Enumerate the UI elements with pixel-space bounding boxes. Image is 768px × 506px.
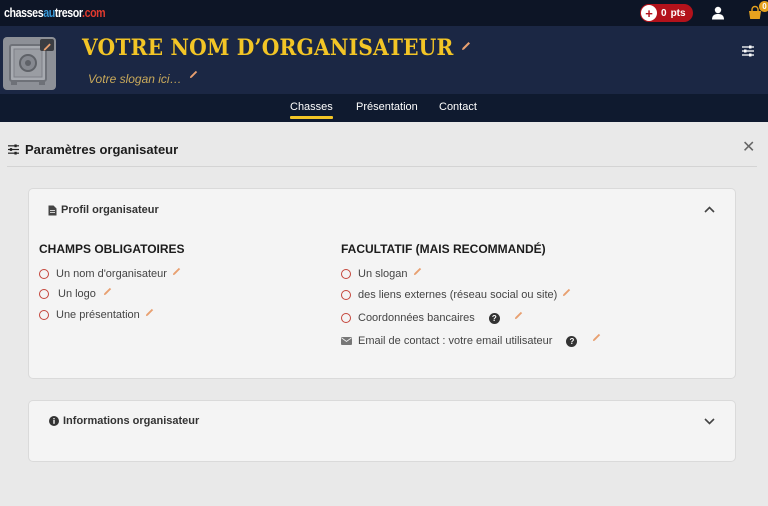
logo-text-tresor: tresor	[54, 5, 83, 20]
optional-heading: FACULTATIF (MAIS RECOMMANDÉ)	[341, 242, 546, 256]
pencil-icon[interactable]	[592, 332, 602, 342]
main-nav: Chasses Présentation Contact	[0, 94, 768, 122]
required-item-logo[interactable]: Un logo	[39, 286, 113, 300]
points-badge[interactable]: + 0 pts	[640, 4, 693, 22]
info-card-title: Informations organisateur	[63, 415, 200, 427]
required-item-name[interactable]: Un nom d'organisateur	[39, 266, 182, 280]
nav-tab-presentation[interactable]: Présentation	[356, 101, 418, 113]
optional-item-label: des liens externes (réseau social ou sit…	[358, 289, 558, 301]
status-circle-icon	[341, 290, 351, 300]
info-card: Informations organisateur	[28, 400, 736, 462]
edit-slogan-pencil-icon[interactable]	[189, 69, 199, 79]
optional-item-bank[interactable]: Coordonnées bancaires ?	[341, 310, 524, 324]
nav-tab-chasses[interactable]: Chasses	[290, 101, 333, 119]
nav-tab-contact[interactable]: Contact	[439, 101, 477, 113]
organizer-name-title: VOTRE NOM D’ORGANISATEUR	[82, 35, 454, 61]
status-circle-icon	[39, 289, 49, 299]
logo-text-com: .com	[82, 5, 106, 20]
required-item-label: Une présentation	[56, 309, 140, 321]
required-heading: CHAMPS OBLIGATOIRES	[39, 242, 185, 256]
info-icon	[49, 416, 59, 426]
organizer-settings-panel: Paramètres organisateur ✕ Profil organis…	[0, 122, 768, 506]
chevron-down-icon[interactable]	[704, 418, 715, 425]
profile-card-title: Profil organisateur	[61, 204, 159, 216]
optional-item-label: Un slogan	[358, 268, 408, 280]
help-icon[interactable]: ?	[488, 312, 500, 324]
panel-title: Paramètres organisateur	[25, 142, 179, 157]
optional-item-links[interactable]: des liens externes (réseau social ou sit…	[341, 287, 572, 301]
site-logo[interactable]: chassesautresor.com	[4, 4, 106, 22]
pencil-icon[interactable]	[103, 286, 113, 296]
status-circle-icon	[341, 313, 351, 323]
points-unit: pts	[670, 7, 686, 19]
info-card-header[interactable]: Informations organisateur	[49, 415, 199, 427]
required-item-presentation[interactable]: Une présentation	[39, 307, 155, 321]
points-value: 0	[661, 7, 667, 19]
pencil-icon[interactable]	[413, 266, 423, 276]
status-circle-icon	[341, 269, 351, 279]
document-icon	[48, 205, 57, 215]
panel-header: Paramètres organisateur	[7, 142, 178, 157]
logo-text-chasses: chasses	[4, 5, 44, 20]
organizer-banner: VOTRE NOM D’ORGANISATEUR Votre slogan ic…	[0, 26, 768, 94]
optional-item-label: Coordonnées bancaires	[358, 312, 475, 324]
user-icon[interactable]	[711, 6, 725, 20]
required-item-label: Un logo	[58, 288, 96, 300]
top-bar: chassesautresor.com + 0 pts 0	[0, 0, 768, 26]
organizer-logo[interactable]	[3, 37, 56, 90]
status-circle-icon	[39, 269, 49, 279]
pencil-icon[interactable]	[172, 266, 182, 276]
plus-icon: +	[641, 5, 657, 21]
profile-card-header[interactable]: Profil organisateur	[48, 204, 159, 216]
logo-text-au: au	[43, 5, 55, 20]
close-icon[interactable]: ✕	[742, 140, 755, 156]
required-item-label: Un nom d'organisateur	[56, 268, 167, 280]
edit-logo-button[interactable]	[40, 39, 54, 51]
pencil-icon	[43, 43, 51, 51]
optional-item-label: Email de contact : votre email utilisate…	[358, 335, 553, 347]
pencil-icon[interactable]	[562, 287, 572, 297]
cart-count-badge: 0	[759, 1, 768, 12]
optional-item-slogan[interactable]: Un slogan	[341, 266, 423, 280]
chevron-up-icon[interactable]	[704, 206, 715, 213]
envelope-icon	[341, 337, 352, 345]
pencil-icon[interactable]	[514, 310, 524, 320]
panel-divider	[7, 166, 757, 167]
help-icon[interactable]: ?	[566, 335, 578, 347]
optional-item-email[interactable]: Email de contact : votre email utilisate…	[341, 332, 602, 347]
settings-sliders-icon	[8, 144, 19, 155]
pencil-icon[interactable]	[145, 307, 155, 317]
profile-card: Profil organisateur CHAMPS OBLIGATOIRES …	[28, 188, 736, 379]
status-circle-icon	[39, 310, 49, 320]
edit-name-pencil-icon[interactable]	[461, 40, 472, 51]
organizer-slogan: Votre slogan ici…	[88, 72, 182, 86]
settings-sliders-icon[interactable]	[741, 45, 755, 57]
